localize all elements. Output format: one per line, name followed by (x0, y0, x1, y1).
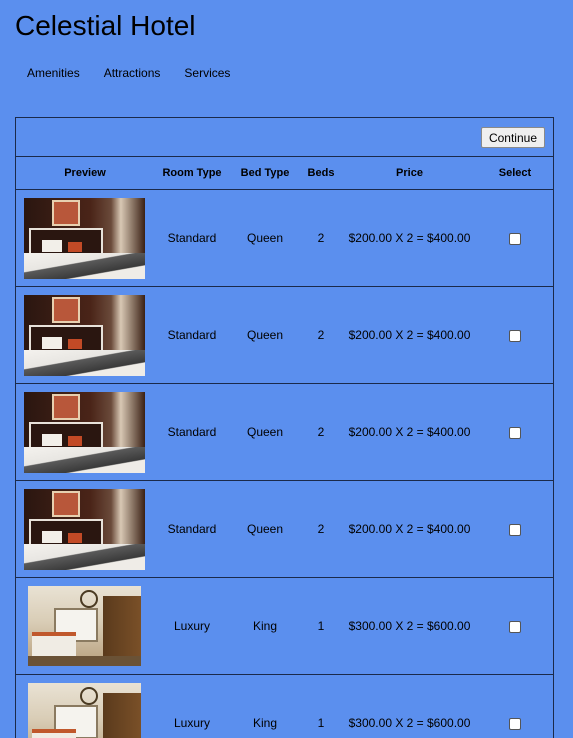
cell-preview (16, 577, 154, 675)
cell-room-type: Standard (154, 189, 230, 287)
table-row: Luxury King 1 $300.00 X 2 = $600.00 (16, 577, 553, 675)
table-row: Standard Queen 2 $200.00 X 2 = $400.00 (16, 480, 553, 578)
select-checkbox[interactable] (509, 426, 521, 439)
header-select: Select (477, 157, 553, 190)
cell-room-type: Standard (154, 480, 230, 578)
table-row: Standard Queen 2 $200.00 X 2 = $400.00 (16, 189, 553, 287)
header-bed-type: Bed Type (230, 157, 300, 190)
nav-link-services[interactable]: Services (184, 66, 230, 80)
standard-room-photo (24, 488, 145, 570)
header-preview: Preview (16, 157, 154, 190)
rooms-toolbar: Continue (16, 118, 553, 157)
cell-price: $300.00 X 2 = $600.00 (342, 674, 477, 738)
continue-button[interactable]: Continue (480, 127, 545, 148)
nav-link-attractions[interactable]: Attractions (104, 66, 161, 80)
cell-select (477, 383, 553, 481)
cell-room-type: Luxury (154, 674, 230, 738)
header-room-type: Room Type (154, 157, 230, 190)
cell-select (477, 189, 553, 287)
luxury-room-photo (28, 683, 141, 738)
cell-preview (16, 383, 154, 481)
cell-bed-type: King (230, 577, 300, 675)
cell-bed-type: King (230, 674, 300, 738)
select-checkbox[interactable] (509, 329, 521, 342)
nav-link-amenities[interactable]: Amenities (27, 66, 80, 80)
select-checkbox[interactable] (509, 620, 521, 633)
cell-bed-type: Queen (230, 189, 300, 287)
cell-bed-type: Queen (230, 480, 300, 578)
cell-price: $300.00 X 2 = $600.00 (342, 577, 477, 675)
cell-room-type: Standard (154, 383, 230, 481)
site-title: Celestial Hotel (15, 10, 196, 41)
cell-price: $200.00 X 2 = $400.00 (342, 286, 477, 384)
table-row: Standard Queen 2 $200.00 X 2 = $400.00 (16, 383, 553, 481)
cell-bed-type: Queen (230, 286, 300, 384)
cell-room-type: Luxury (154, 577, 230, 675)
cell-beds: 2 (300, 480, 342, 578)
header-price: Price (342, 157, 477, 190)
rooms-table-body: Standard Queen 2 $200.00 X 2 = $400.00 Stand… (16, 189, 553, 738)
rooms-panel: Continue Preview Room Type Bed Type Beds… (15, 117, 554, 738)
top-nav: Amenities Attractions Services (27, 66, 254, 80)
cell-beds: 2 (300, 286, 342, 384)
cell-preview (16, 480, 154, 578)
cell-room-type: Standard (154, 286, 230, 384)
cell-beds: 1 (300, 577, 342, 675)
standard-room-photo (24, 197, 145, 279)
cell-select (477, 480, 553, 578)
page: Celestial Hotel Amenities Attractions Se… (0, 0, 573, 738)
cell-beds: 2 (300, 189, 342, 287)
standard-room-photo (24, 391, 145, 473)
cell-select (477, 577, 553, 675)
cell-beds: 1 (300, 674, 342, 738)
cell-preview (16, 189, 154, 287)
cell-beds: 2 (300, 383, 342, 481)
table-row: Luxury King 1 $300.00 X 2 = $600.00 (16, 674, 553, 738)
select-checkbox[interactable] (509, 523, 521, 536)
table-row: Standard Queen 2 $200.00 X 2 = $400.00 (16, 286, 553, 384)
table-header-row: Preview Room Type Bed Type Beds Price Se… (16, 157, 553, 190)
header-beds: Beds (300, 157, 342, 190)
cell-price: $200.00 X 2 = $400.00 (342, 383, 477, 481)
standard-room-photo (24, 294, 145, 376)
cell-price: $200.00 X 2 = $400.00 (342, 480, 477, 578)
rooms-table: Preview Room Type Bed Type Beds Price Se… (16, 157, 553, 738)
cell-select (477, 286, 553, 384)
cell-select (477, 674, 553, 738)
luxury-room-photo (28, 586, 141, 666)
select-checkbox[interactable] (509, 232, 521, 245)
cell-price: $200.00 X 2 = $400.00 (342, 189, 477, 287)
cell-preview (16, 286, 154, 384)
cell-bed-type: Queen (230, 383, 300, 481)
select-checkbox[interactable] (509, 717, 521, 730)
cell-preview (16, 674, 154, 738)
